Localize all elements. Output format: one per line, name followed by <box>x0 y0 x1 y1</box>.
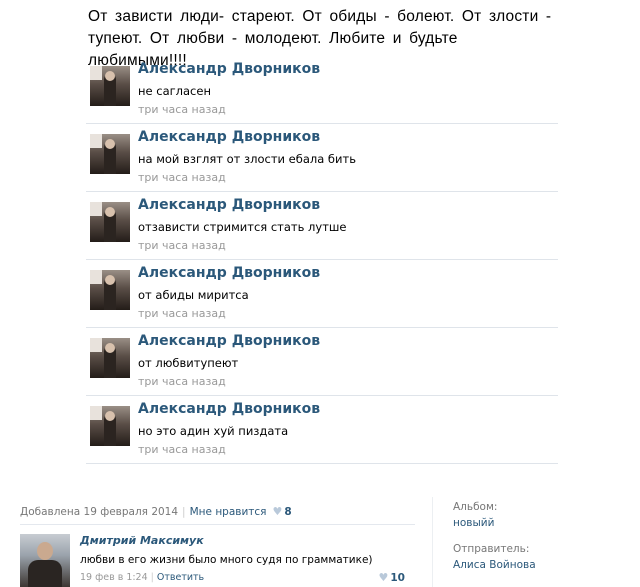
reply-button[interactable]: Ответить <box>157 572 204 583</box>
comment-time[interactable]: три часа назад <box>138 171 226 184</box>
divider <box>20 524 415 525</box>
photo-comment: Дмитрий Максимук любви в его жизни было … <box>20 531 415 587</box>
comment-item: Александр Дворников но это адин хуй пизда… <box>86 396 558 464</box>
comment-author[interactable]: Александр Дворников <box>138 61 320 77</box>
comment-author[interactable]: Дмитрий Максимук <box>80 534 204 547</box>
comment-text: от абиды миритса <box>138 288 249 302</box>
comment-item: Александр Дворников от абиды миритса три ч… <box>86 260 558 328</box>
comment-time[interactable]: три часа назад <box>138 443 226 456</box>
comment-like[interactable]: ♥ 10 <box>373 571 406 584</box>
like-count: 8 <box>284 506 292 518</box>
comment-author[interactable]: Александр Дворников <box>138 265 320 281</box>
comment-time[interactable]: три часа назад <box>138 239 226 252</box>
avatar[interactable] <box>90 270 130 310</box>
comment-time[interactable]: три часа назад <box>138 103 226 116</box>
sidebar-divider <box>432 497 433 587</box>
sender-link[interactable]: Алиса Войнова <box>453 559 536 571</box>
heart-icon[interactable]: ♥ <box>273 505 283 518</box>
comment-text: но это адин хуй пиздата <box>138 424 289 438</box>
comment-author[interactable]: Александр Дворников <box>138 333 320 349</box>
comment-text: на мой взглят от злости ебала бить <box>138 152 356 166</box>
comment-text: от любвитупеют <box>138 356 239 370</box>
avatar[interactable] <box>90 406 130 446</box>
added-date: Добавлена 19 февраля 2014 <box>20 506 179 518</box>
avatar[interactable] <box>90 338 130 378</box>
sender-label: Отправитель: <box>453 543 530 555</box>
comment-time[interactable]: три часа назад <box>138 307 226 320</box>
comment-text: любви в его жизни было много судя по гра… <box>80 554 373 566</box>
comment-author[interactable]: Александр Дворников <box>138 401 320 417</box>
avatar[interactable] <box>90 66 130 106</box>
comment-item: Александр Дворников на мой взглят от злос… <box>86 124 558 192</box>
comment-meta: 19 фев в 1:24 | Ответить <box>80 572 205 583</box>
avatar[interactable] <box>90 202 130 242</box>
comment-text: не сагласен <box>138 84 211 98</box>
avatar[interactable] <box>90 134 130 174</box>
avatar[interactable] <box>20 534 70 587</box>
comment-item: Александр Дворников от любвитупеют три час… <box>86 328 558 396</box>
album-label: Альбом: <box>453 501 498 513</box>
comment-item: Александр Дворников отзависти стримится с… <box>86 192 558 260</box>
comment-time[interactable]: три часа назад <box>138 375 226 388</box>
like-button[interactable]: Мне нравится <box>190 506 267 518</box>
photo-footer: Добавлена 19 февраля 2014 | Мне нравится ♥ 8 <box>20 505 292 518</box>
heart-icon[interactable]: ♥ <box>379 571 389 584</box>
comment-time[interactable]: 19 фев в 1:24 <box>80 572 148 583</box>
comment-author[interactable]: Александр Дворников <box>138 129 320 145</box>
comment-author[interactable]: Александр Дворников <box>138 197 320 213</box>
album-link[interactable]: новыйй <box>453 517 494 529</box>
comment-like-count: 10 <box>390 572 405 584</box>
comment-text: отзависти стримится стать лутше <box>138 220 347 234</box>
comment-item: Александр Дворников не сагласен три часа н… <box>86 56 558 124</box>
